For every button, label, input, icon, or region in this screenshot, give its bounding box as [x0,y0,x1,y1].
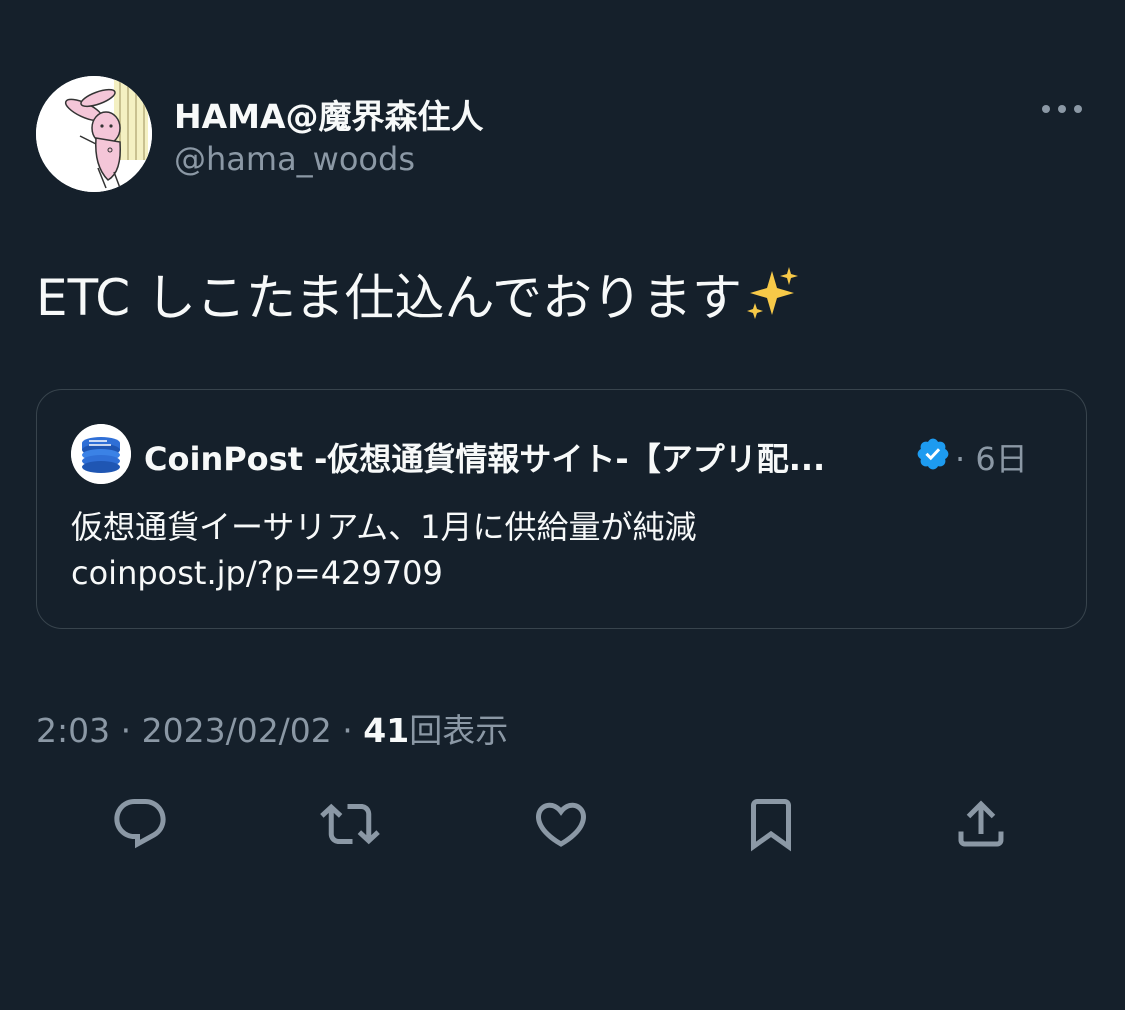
action-bar [0,792,1125,856]
more-options-button[interactable] [1036,92,1088,126]
quoted-tweet-card[interactable]: CoinPost -仮想通貨情報サイト-【アプリ配... · 6日 仮想通貨イー… [36,389,1087,629]
reply-icon [114,799,166,849]
bunny-avatar-icon [36,76,152,192]
heart-icon [535,802,587,847]
tweet-text: ETC しこたま仕込んでおります [36,258,800,333]
author-display-name[interactable]: HAMA@魔界森住人 [174,90,484,138]
meta-separator: · [110,711,142,750]
meta-separator: · [331,711,364,750]
like-button[interactable] [529,792,593,856]
retweet-icon [320,803,380,845]
coinpost-logo-icon [71,424,131,484]
quote-text-line-1: 仮想通貨イーサリアム、1月に供給量が純減 [71,508,697,546]
quote-author-name[interactable]: CoinPost -仮想通貨情報サイト-【アプリ配... [144,434,825,480]
share-button[interactable] [949,792,1013,856]
views-count[interactable]: 41 [363,711,409,750]
quote-text-link[interactable]: coinpost.jp/?p=429709 [71,554,443,592]
verified-badge-icon [917,438,949,470]
author-handle[interactable]: @hama_woods [174,140,415,178]
tweet-date[interactable]: 2023/02/02 [142,711,332,750]
sparkles-icon [744,265,800,333]
tweet-meta: 2:03 · 2023/02/02 · 41回表示 [36,704,508,752]
quote-timestamp[interactable]: · 6日 [955,434,1028,480]
views-label[interactable]: 回表示 [409,711,508,750]
retweet-button[interactable] [318,792,382,856]
bookmark-icon [751,799,791,852]
reply-button[interactable] [108,792,172,856]
bookmark-button[interactable] [739,792,803,856]
quote-author-avatar[interactable] [71,424,131,484]
tweet-text-content: ETC しこたま仕込んでおります [36,269,743,327]
tweet-time[interactable]: 2:03 [36,711,110,750]
more-options-icon [1042,105,1082,113]
share-icon [958,800,1004,847]
author-avatar[interactable] [36,76,152,192]
